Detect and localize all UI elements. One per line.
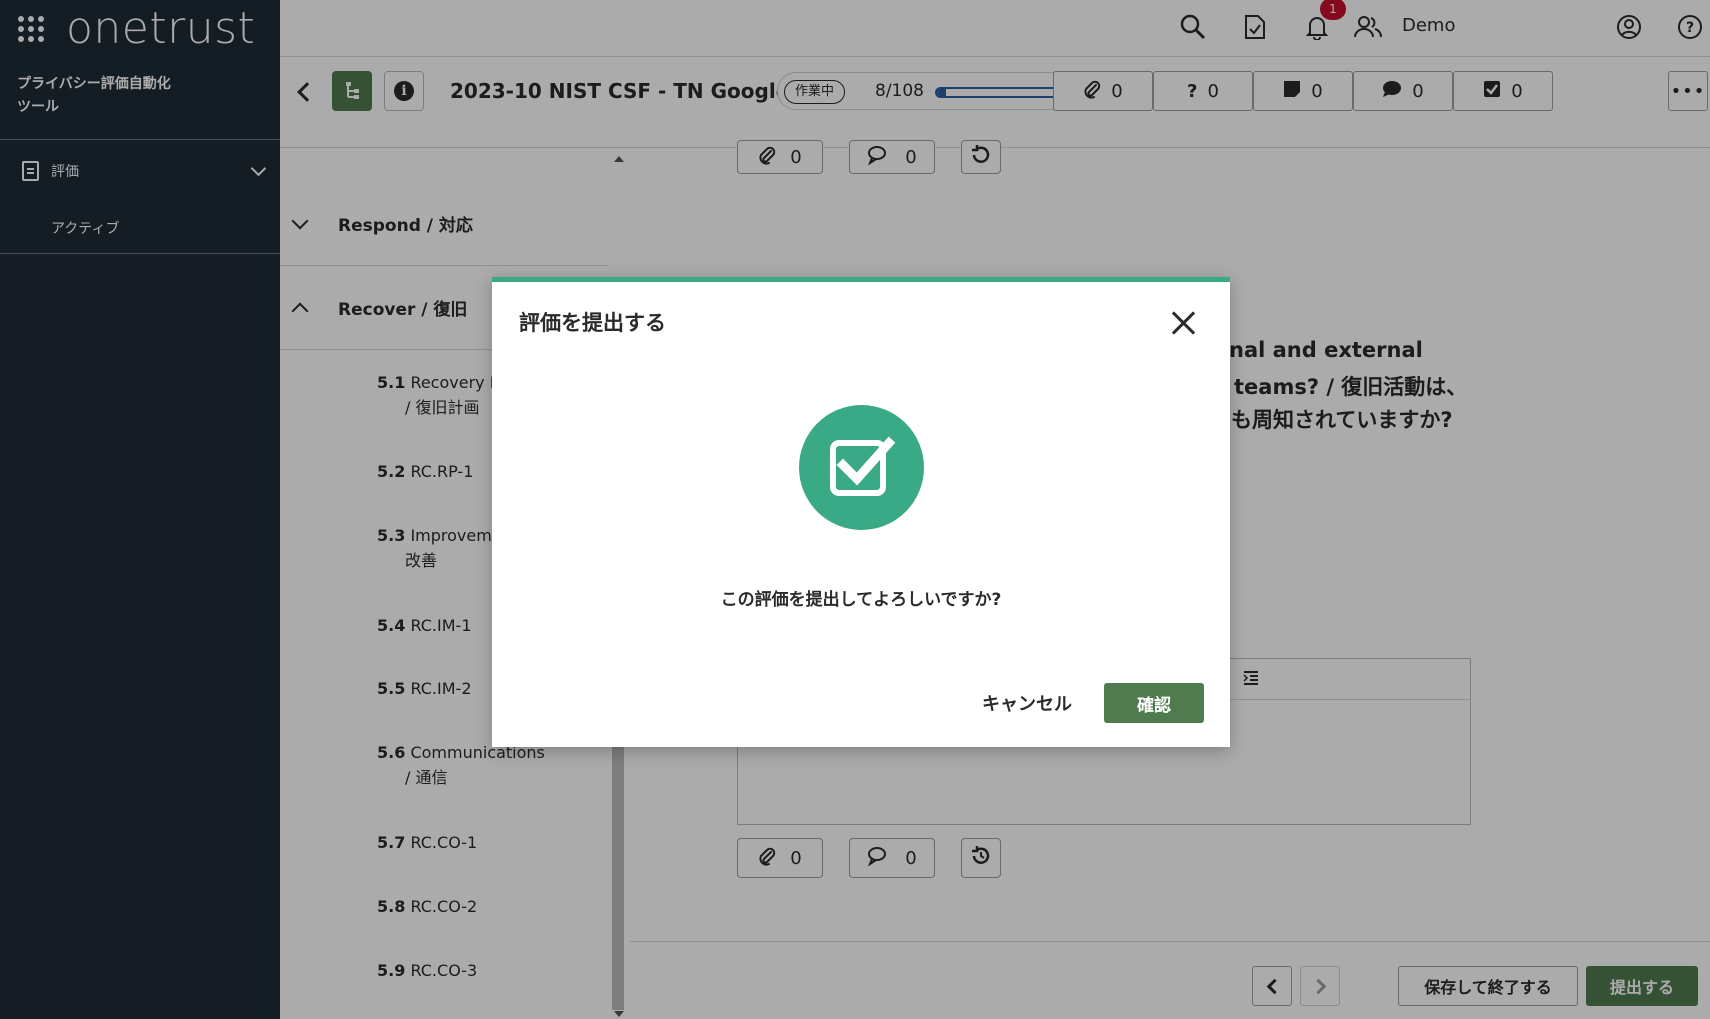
submit-assessment-dialog: 評価を提出する この評価を提出してよろしいですか? キャンセル 確認 xyxy=(492,277,1230,747)
dialog-message: この評価を提出してよろしいですか? xyxy=(720,590,1002,610)
confirm-button[interactable]: 確認 xyxy=(1104,683,1204,723)
close-icon[interactable] xyxy=(1168,308,1198,338)
cancel-button[interactable]: キャンセル xyxy=(970,683,1084,723)
dialog-title: 評価を提出する xyxy=(519,311,666,335)
success-check-icon xyxy=(799,405,924,530)
